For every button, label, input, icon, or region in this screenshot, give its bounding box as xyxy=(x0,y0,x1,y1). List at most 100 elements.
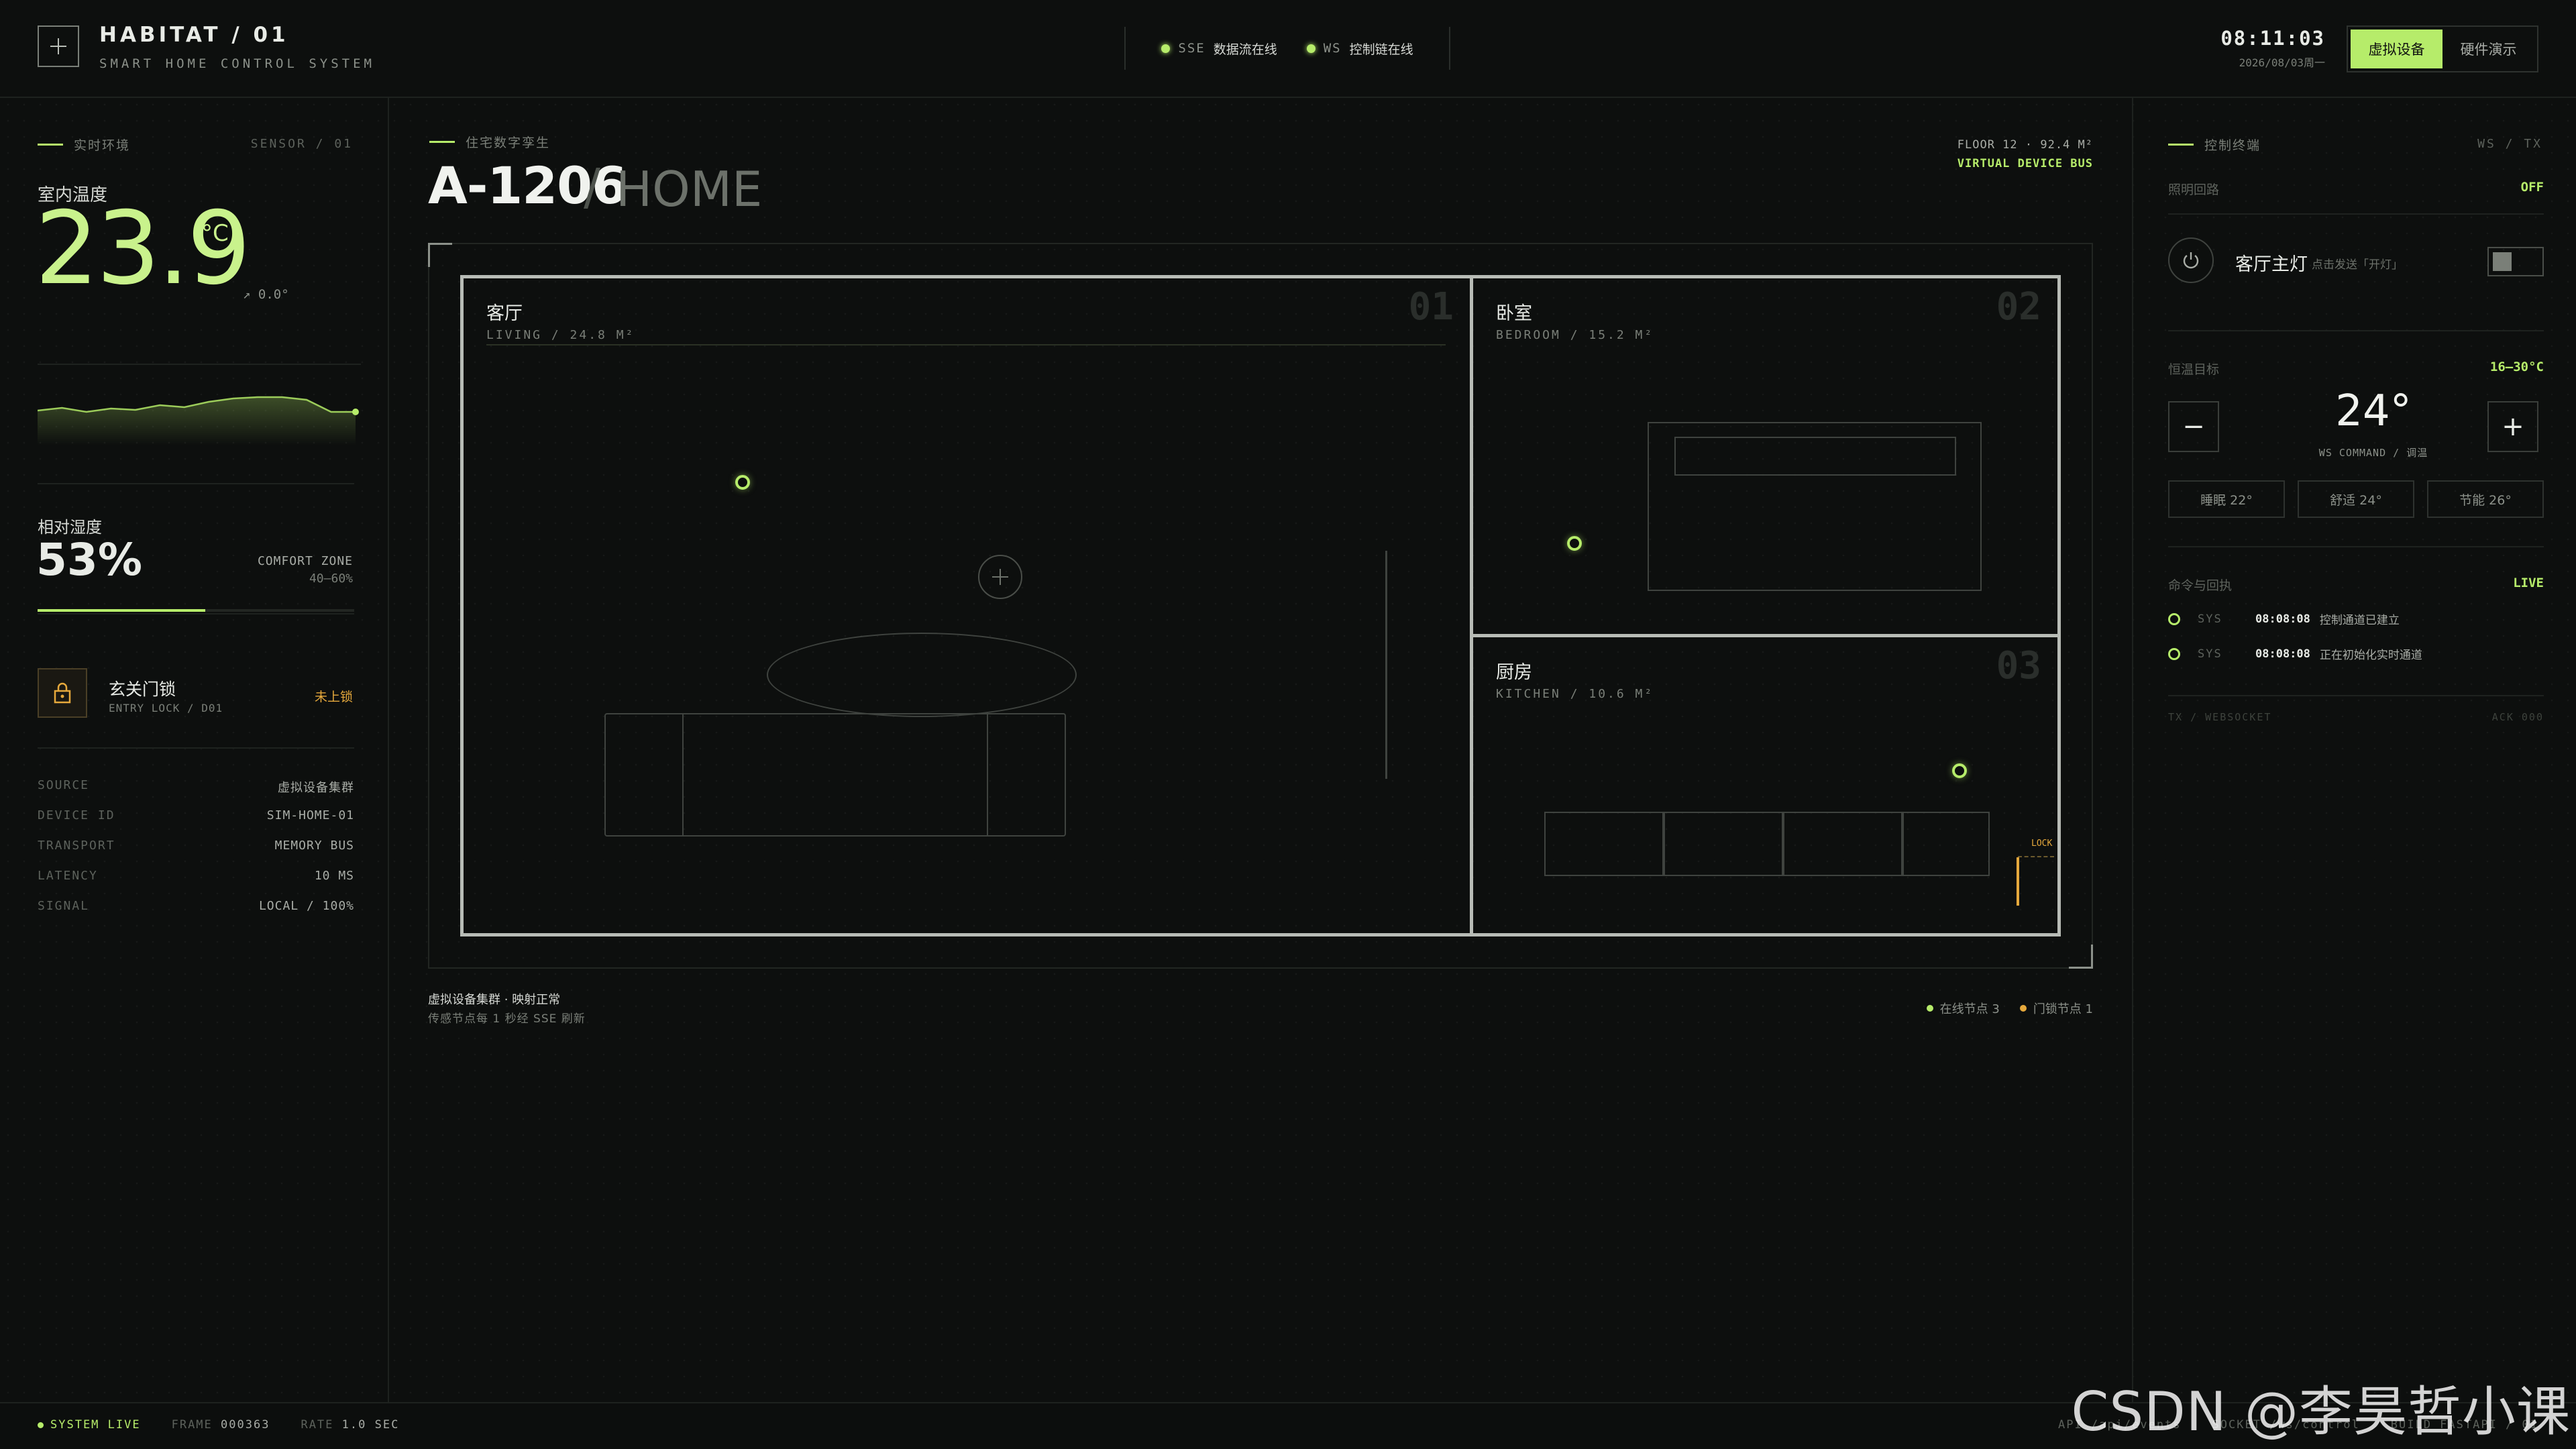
info-key: SOURCE xyxy=(38,778,90,792)
room-meta: BEDROOM / 15.2 M² xyxy=(1496,328,1654,342)
thermostat-range: 16–30°C xyxy=(2489,360,2544,374)
frame-value: 000363 xyxy=(221,1418,270,1432)
log-text: 正在初始化实时通道 xyxy=(2319,649,2422,662)
frame-counter: FRAME 000363 xyxy=(172,1418,270,1432)
log-time: 08:08:08 xyxy=(2255,612,2310,626)
divider xyxy=(2168,546,2544,547)
living-sensor-node[interactable] xyxy=(735,475,750,490)
control-panel: 控制终端 WS / TX 照明回路 OFF 客厅主灯 点击发送「开灯」 恒温目标… xyxy=(2132,98,2576,1402)
legend-dot-icon xyxy=(1926,1005,1933,1012)
online-dot-icon xyxy=(1161,44,1171,53)
info-value: 虚拟设备集群 xyxy=(278,781,354,795)
bed xyxy=(1648,422,1982,591)
bed-pillow xyxy=(1674,437,1956,476)
sparkline-current-point xyxy=(352,409,359,415)
humidity-value: 53% xyxy=(36,534,142,586)
log-header-row: 命令与回执 LIVE xyxy=(2168,576,2544,594)
sofa xyxy=(604,713,1066,837)
frame-corner xyxy=(428,243,452,267)
plan-footer-subtitle: 传感节点每 1 秒经 SSE 刷新 xyxy=(428,1012,586,1026)
room-kitchen[interactable]: 厨房 KITCHEN / 10.6 M² 03 LOCK xyxy=(1473,637,2057,933)
room-name: 卧室 xyxy=(1496,303,1532,324)
preset-comfort-button[interactable]: 舒适 24° xyxy=(2298,480,2414,518)
temp-setpoint: 24° xyxy=(2335,386,2412,436)
door-lock-marker[interactable] xyxy=(2017,857,2019,906)
system-live-text: SYSTEM LIVE xyxy=(50,1418,141,1432)
coffee-table xyxy=(767,633,1077,717)
room-bedroom[interactable]: 卧室 BEDROOM / 15.2 M² 02 xyxy=(1473,278,2057,634)
room-number: 01 xyxy=(1408,285,1454,329)
legend-online: 在线节点 3 xyxy=(1926,1000,2000,1017)
legend-label: 门锁节点 1 xyxy=(2033,1002,2093,1016)
temp-sparkline xyxy=(37,364,361,445)
date: 2026/08/03周一 xyxy=(2239,56,2325,69)
info-value: SIM-HOME-01 xyxy=(266,808,354,822)
humidity-bar-fill xyxy=(38,609,206,612)
control-section-title: 控制终端 xyxy=(2204,138,2261,153)
legend-label: 在线节点 3 xyxy=(1939,1002,2000,1016)
preset-eco-button[interactable]: 节能 26° xyxy=(2427,480,2544,518)
bedroom-sensor-node[interactable] xyxy=(1567,536,1582,551)
room-meta: KITCHEN / 10.6 M² xyxy=(1496,687,1654,701)
divider xyxy=(38,483,354,484)
ws-tag: WS xyxy=(1323,41,1342,56)
live-dot-icon xyxy=(38,1421,44,1428)
counter-unit xyxy=(1783,812,1902,876)
mode-virtual-button[interactable]: 虚拟设备 xyxy=(2351,30,2443,68)
power-button[interactable] xyxy=(2168,237,2214,283)
log-entry: SYS 08:08:08 控制通道已建立 xyxy=(2168,610,2400,627)
app-title: HABITAT / 01 xyxy=(99,23,289,47)
plan-footer-title: 虚拟设备集群 · 映射正常 xyxy=(428,993,561,1007)
counter-unit xyxy=(1664,812,1783,876)
lock-icon[interactable] xyxy=(38,668,87,718)
mode-hardware-button[interactable]: 硬件演示 xyxy=(2443,30,2534,68)
thermostat-label: 恒温目标 xyxy=(2168,362,2220,377)
room-name: 客厅 xyxy=(486,303,523,324)
lighting-row: 照明回路 OFF xyxy=(2168,180,2544,198)
info-key: DEVICE ID xyxy=(38,808,115,822)
log-dot-icon xyxy=(2168,647,2180,660)
tx-ack: ACK 000 xyxy=(2491,711,2544,723)
online-dot-icon xyxy=(1306,44,1316,53)
top-header: HABITAT / 01 SMART HOME CONTROL SYSTEM S… xyxy=(0,0,2576,98)
info-key: SIGNAL xyxy=(38,899,90,913)
control-section-header: 控制终端 xyxy=(2168,136,2261,154)
light-control[interactable]: 客厅主灯 点击发送「开灯」 xyxy=(2168,219,2544,303)
info-row-source: SOURCE 虚拟设备集群 xyxy=(38,778,354,796)
control-section-tag: WS / TX xyxy=(2477,137,2542,151)
info-row-device-id: DEVICE ID SIM-HOME-01 xyxy=(38,808,354,822)
ws-text: 控制链在线 xyxy=(1349,42,1413,57)
log-live-badge: LIVE xyxy=(2513,576,2544,590)
watermark: CSDN @李昊哲小课 xyxy=(2071,1381,2571,1443)
node-legend: 在线节点 3 门锁节点 1 xyxy=(1926,1000,2093,1017)
counter-unit xyxy=(1544,812,1664,876)
frame-label: FRAME xyxy=(171,1418,213,1432)
thermostat-row: 恒温目标 16–30°C xyxy=(2168,360,2544,378)
info-key: LATENCY xyxy=(38,869,98,883)
humidity-bar xyxy=(38,609,354,612)
info-row-latency: LATENCY 10 MS xyxy=(38,869,354,883)
environment-panel: 实时环境 SENSOR / 01 室内温度 23.9 °C ↗ 0.0° 相对湿… xyxy=(0,98,389,1402)
lock-status: 未上锁 xyxy=(314,690,353,704)
info-value: LOCAL / 100% xyxy=(258,899,354,913)
door-lock-swing xyxy=(2018,856,2054,857)
log-time: 08:08:08 xyxy=(2255,647,2310,661)
rate-indicator: RATE 1.0 SEC xyxy=(301,1418,399,1432)
sofa-seam xyxy=(987,714,988,835)
room-living[interactable]: 客厅 LIVING / 24.8 M² 01 xyxy=(464,278,1470,933)
setpoint-command: WS COMMAND / 调温 xyxy=(2318,447,2428,459)
light-toggle[interactable] xyxy=(2487,247,2544,276)
sse-tag: SSE xyxy=(1178,41,1205,56)
toggle-knob xyxy=(2493,252,2512,271)
log-text: 控制通道已建立 xyxy=(2319,614,2400,627)
ws-status: WS 控制链在线 xyxy=(1306,40,1413,58)
info-row-signal: SIGNAL LOCAL / 100% xyxy=(38,899,354,913)
temp-decrease-button[interactable]: − xyxy=(2168,401,2219,452)
env-section-title: 实时环境 xyxy=(74,138,131,153)
light-hint: 点击发送「开灯」 xyxy=(2312,258,2403,272)
kitchen-sensor-node[interactable] xyxy=(1952,763,1967,778)
temp-increase-button[interactable]: + xyxy=(2487,401,2538,452)
preset-sleep-button[interactable]: 睡眠 22° xyxy=(2168,480,2285,518)
room-number: 02 xyxy=(1996,285,2041,329)
tx-label: TX / WEBSOCKET xyxy=(2168,711,2272,723)
